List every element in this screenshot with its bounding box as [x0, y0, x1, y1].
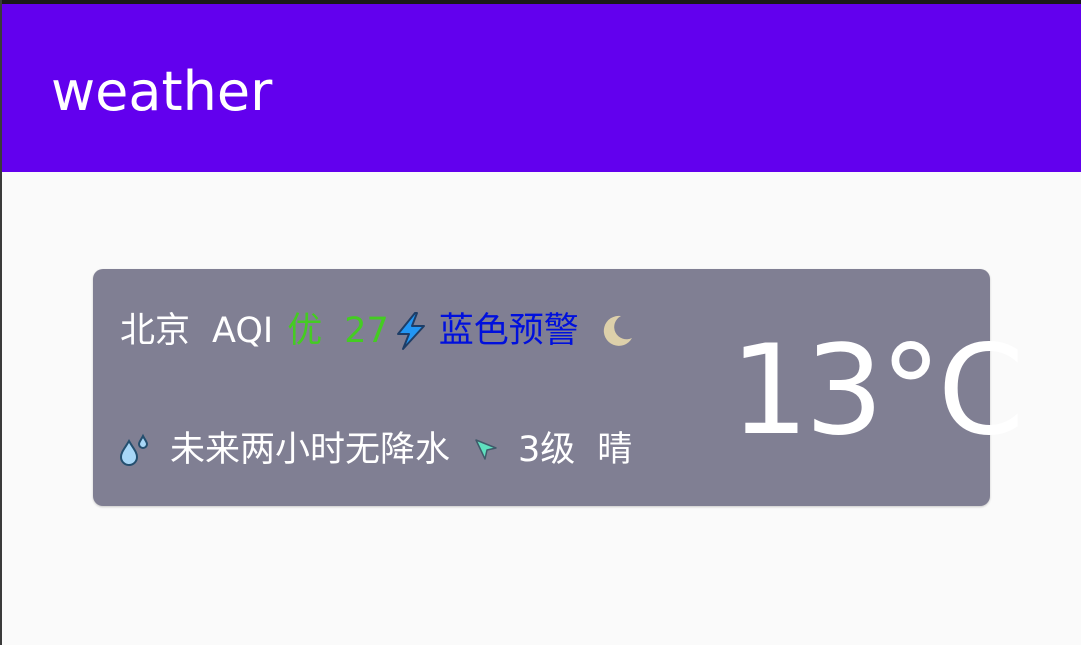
wind-level: 3级	[518, 430, 576, 470]
rain-forecast: 未来两小时无降水	[170, 430, 451, 470]
aqi-label: AQI	[212, 311, 274, 351]
weather-detail-row: 未来两小时无降水 3级 晴	[118, 423, 632, 477]
app-bar: weather	[0, 4, 1081, 172]
window-left-edge	[0, 0, 2, 645]
weather-condition: 晴	[597, 430, 633, 470]
temperature: 13°C	[730, 319, 1024, 463]
aqi-level: 优	[287, 311, 323, 351]
weather-alert[interactable]: 蓝色预警	[439, 309, 579, 353]
lightning-icon	[393, 311, 429, 351]
raindrops-icon	[118, 433, 152, 467]
aqi-value: 27	[344, 311, 389, 351]
weather-summary-row: 北京 AQI 优 27 蓝色预警	[120, 306, 635, 356]
wind-direction-icon	[472, 436, 500, 464]
moon-icon	[599, 313, 635, 349]
city-name: 北京	[120, 311, 191, 351]
app-title: weather	[51, 60, 273, 123]
